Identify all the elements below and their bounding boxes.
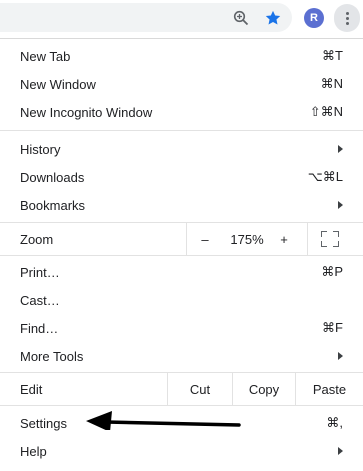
menu-item-label: Print…	[20, 264, 60, 280]
zoom-level: 175%	[230, 231, 264, 247]
menu-item-label: Zoom	[20, 231, 54, 247]
menu-item-label: Find…	[20, 320, 59, 336]
menu-divider	[0, 130, 363, 131]
chrome-main-menu: New Tab ⌘T New Window ⌘N New Incognito W…	[0, 38, 363, 471]
menu-item-label: New Incognito Window	[20, 104, 153, 120]
three-dot-menu-icon[interactable]	[334, 4, 360, 32]
menu-item-label: New Window	[20, 76, 96, 92]
menu-item-downloads[interactable]: Downloads ⌥⌘L	[0, 163, 363, 191]
menu-item-shortcut: ⌘N	[320, 76, 343, 91]
copy-button[interactable]: Copy	[233, 373, 295, 405]
menu-item-label: Help	[20, 443, 47, 459]
menu-divider	[0, 255, 363, 256]
menu-item-label: Cast…	[20, 292, 60, 308]
menu-item-history[interactable]: History	[0, 135, 363, 163]
submenu-arrow-icon	[338, 447, 343, 455]
menu-item-shortcut: ⌘,	[326, 415, 343, 430]
menu-item-label: Downloads	[20, 169, 85, 185]
fullscreen-icon[interactable]	[321, 231, 339, 247]
submenu-arrow-icon	[338, 352, 343, 360]
menu-item-zoom: Zoom – 175% +	[0, 223, 363, 255]
zoom-control: – 175% +	[186, 223, 363, 255]
menu-item-label: Edit	[20, 381, 43, 397]
menu-item-edit: Edit Cut Copy Paste	[0, 373, 363, 405]
menu-item-shortcut: ⌘T	[322, 48, 343, 63]
zoom-in-button[interactable]: +	[272, 223, 296, 255]
menu-item-bookmarks[interactable]: Bookmarks	[0, 191, 363, 219]
menu-item-label: New Tab	[20, 48, 71, 64]
paste-button[interactable]: Paste	[296, 373, 363, 405]
bookmark-star-icon[interactable]	[263, 8, 283, 28]
menu-item-cast[interactable]: Cast…	[0, 286, 363, 314]
menu-item-new-incognito-window[interactable]: New Incognito Window ⇧⌘N	[0, 98, 363, 126]
annotation-arrow-icon	[86, 411, 241, 430]
zoom-divider	[186, 223, 187, 255]
menu-item-label: Bookmarks	[20, 197, 86, 213]
profile-avatar[interactable]: R	[304, 8, 324, 28]
submenu-arrow-icon	[338, 201, 343, 209]
menu-item-shortcut: ⌘P	[321, 264, 343, 279]
menu-item-print[interactable]: Print… ⌘P	[0, 258, 363, 286]
zoom-out-button[interactable]: –	[192, 223, 218, 255]
menu-item-new-tab[interactable]: New Tab ⌘T	[0, 42, 363, 70]
browser-toolbar: R	[0, 0, 363, 38]
menu-item-label: More Tools	[20, 348, 84, 364]
menu-item-shortcut: ⇧⌘N	[309, 104, 343, 119]
menu-item-find[interactable]: Find… ⌘F	[0, 314, 363, 342]
menu-item-shortcut: ⌥⌘L	[307, 169, 343, 184]
menu-item-label: Settings	[20, 415, 67, 431]
menu-item-help[interactable]: Help	[0, 437, 363, 465]
menu-item-new-window[interactable]: New Window ⌘N	[0, 70, 363, 98]
zoom-in-magnifier-icon[interactable]	[231, 8, 251, 28]
cut-button[interactable]: Cut	[168, 373, 232, 405]
menu-item-more-tools[interactable]: More Tools	[0, 342, 363, 370]
submenu-arrow-icon	[338, 145, 343, 153]
menu-item-shortcut: ⌘F	[322, 320, 343, 335]
menu-item-label: History	[20, 141, 61, 157]
menu-divider	[0, 405, 363, 406]
zoom-divider	[307, 223, 308, 255]
